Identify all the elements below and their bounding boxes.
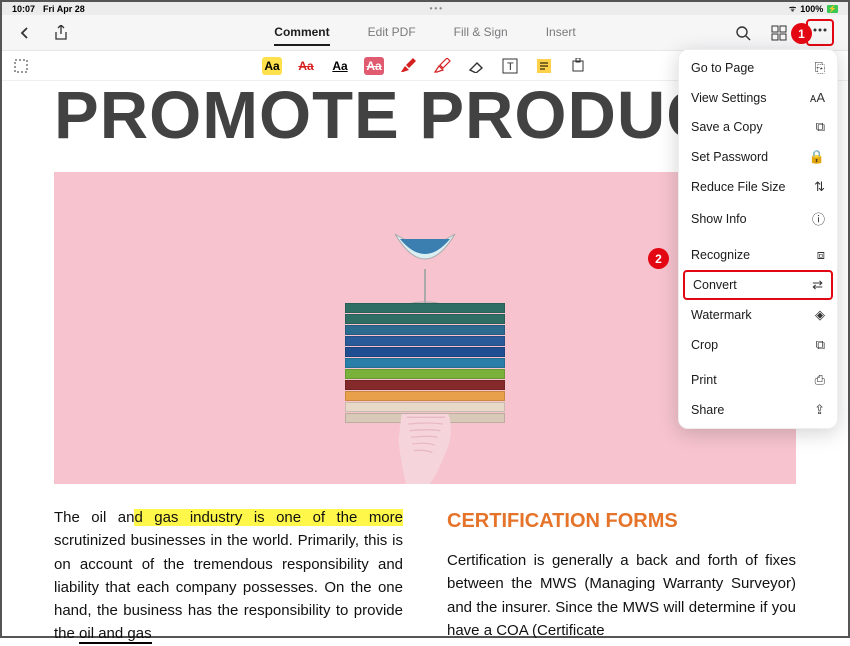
watermark-icon: ◈ — [815, 307, 825, 323]
hand-illustration — [360, 414, 490, 484]
share-icon: ⇪ — [814, 402, 825, 418]
squiggly-tool[interactable]: Aa — [364, 57, 384, 75]
callout-1: 1 — [791, 23, 812, 44]
underline-tool[interactable]: Aa — [330, 57, 350, 75]
underlined-text: oil and gas — [79, 625, 152, 644]
top-toolbar: Comment Edit PDF Fill & Sign Insert — [2, 15, 848, 51]
menu-watermark[interactable]: Watermark◈ — [679, 300, 837, 330]
battery-text: 100% — [800, 4, 823, 14]
menu-reduce-size[interactable]: Reduce File Size⇅ — [679, 172, 837, 202]
eraser-icon[interactable] — [466, 57, 486, 75]
tab-insert[interactable]: Insert — [546, 20, 576, 46]
status-date: Fri Apr 28 — [43, 4, 85, 14]
tab-comment[interactable]: Comment — [274, 20, 329, 46]
tab-bar: Comment Edit PDF Fill & Sign Insert — [2, 20, 848, 46]
menu-view-settings[interactable]: View SettingsᴀA — [679, 83, 837, 112]
convert-icon: ⇄ — [812, 277, 823, 293]
multitask-dots[interactable]: ••• — [85, 4, 789, 13]
recognize-icon: ⧈ — [817, 247, 825, 263]
menu-share[interactable]: Share⇪ — [679, 395, 837, 425]
strikethrough-tool[interactable]: Aa — [296, 57, 316, 75]
stamp-icon[interactable] — [568, 57, 588, 75]
body-text: Certification is generally a back and fo… — [447, 552, 796, 639]
highlighted-text: d gas industry is — [134, 509, 276, 526]
crop-icon: ⧉ — [816, 337, 825, 353]
info-icon: ⓘ — [812, 209, 825, 228]
print-icon: ⎙ — [815, 372, 825, 388]
svg-text:T: T — [507, 61, 514, 73]
status-time: 10:07 — [12, 4, 35, 14]
menu-show-info[interactable]: Show Infoⓘ — [679, 202, 837, 235]
book-stack — [345, 303, 505, 424]
menu-recognize[interactable]: Recognize⧈ — [679, 240, 837, 270]
page-icon: ⎘ — [815, 60, 825, 76]
textbox-icon[interactable]: T — [500, 57, 520, 75]
menu-set-password[interactable]: Set Password🔒 — [679, 142, 837, 172]
thumbnails-icon[interactable] — [770, 24, 788, 42]
wifi-icon: ᯤ — [789, 3, 796, 14]
callout-2: 2 — [648, 248, 669, 269]
copy-icon: ⧉ — [816, 119, 825, 135]
lock-icon: 🔒 — [809, 149, 825, 165]
compress-icon: ⇅ — [814, 179, 825, 195]
highlighter-red-icon[interactable] — [398, 57, 418, 75]
highlight-text-tool[interactable]: Aa — [262, 57, 282, 75]
battery-icon: ⚡ — [827, 5, 838, 13]
back-button[interactable] — [16, 24, 34, 42]
more-dropdown: Go to Page⎘ View SettingsᴀA Save a Copy⧉… — [678, 49, 838, 429]
menu-go-to-page[interactable]: Go to Page⎘ — [679, 53, 837, 83]
column-right: CERTIFICATION FORMS Certification is gen… — [447, 506, 796, 646]
glass-illustration — [385, 224, 465, 314]
search-icon[interactable] — [734, 24, 752, 42]
menu-save-copy[interactable]: Save a Copy⧉ — [679, 112, 837, 142]
note-icon[interactable] — [534, 57, 554, 75]
tab-fill-sign[interactable]: Fill & Sign — [454, 20, 508, 46]
tab-edit-pdf[interactable]: Edit PDF — [368, 20, 416, 46]
menu-convert[interactable]: Convert⇄ — [683, 270, 833, 300]
menu-crop[interactable]: Crop⧉ — [679, 330, 837, 360]
menu-print[interactable]: Print⎙ — [679, 365, 837, 395]
textsize-icon: ᴀA — [810, 90, 825, 105]
highlighter-outline-icon[interactable] — [432, 57, 452, 75]
section-heading: CERTIFICATION FORMS — [447, 506, 796, 537]
column-left: The oil and gas industry is one of the m… — [54, 506, 403, 646]
status-bar: 10:07 Fri Apr 28 ••• ᯤ 100% ⚡ — [2, 2, 848, 15]
share-export-icon[interactable] — [52, 24, 70, 42]
highlighted-text: one of the more — [276, 509, 403, 526]
